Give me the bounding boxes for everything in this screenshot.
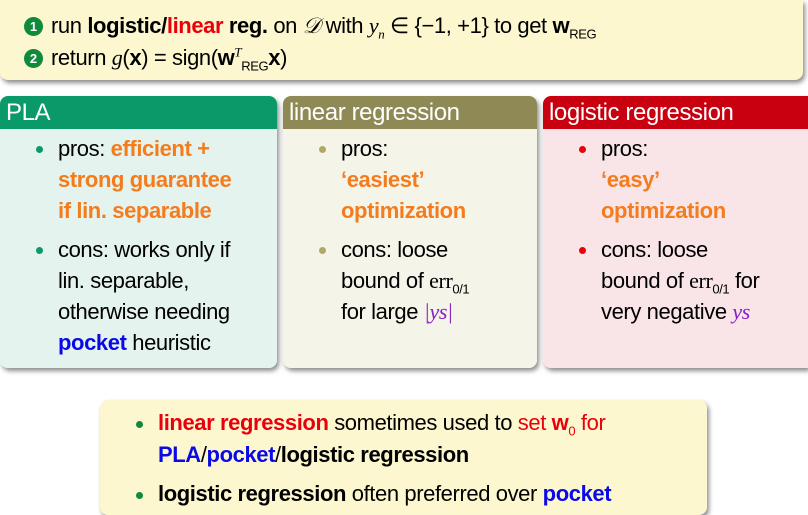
bullet-icon [579, 247, 586, 254]
bullet-icon [36, 146, 43, 153]
column-title: PLA [0, 96, 277, 129]
bullet-icon [136, 421, 143, 428]
cons-item: cons: loose bound of err0/1 for very neg… [579, 234, 760, 327]
pla-column: PLA pros: efficient + strong guarantee i… [0, 96, 277, 368]
pros-item: pros: ‘easiest’ optimization [319, 133, 466, 226]
step-number-badge: 2 [24, 49, 43, 68]
step-2: 2 return g(x) = sign(wTREGx) [24, 45, 287, 72]
bullet-icon [136, 492, 143, 499]
step-1: 1 run logistic/linear reg. on 𝒟 with yn ∈… [24, 13, 597, 40]
cons-item: cons: loose bound of err0/1 for large |y… [319, 234, 470, 327]
bullet-icon [579, 146, 586, 153]
summary-item: linear regression sometimes used to set … [136, 407, 606, 471]
linear-regression-column: linear regression pros: ‘easiest’ optimi… [283, 96, 537, 368]
column-title: logistic regression [543, 96, 808, 129]
pros-item: pros: efficient + strong guarantee if li… [36, 133, 232, 226]
step-number-badge: 1 [24, 17, 43, 36]
algorithm-box: 1 run logistic/linear reg. on 𝒟 with yn ∈… [0, 0, 803, 80]
column-title: linear regression [283, 96, 537, 129]
logistic-regression-column: logistic regression pros: ‘easy’ optimiz… [543, 96, 808, 368]
cons-item: cons: works only if lin. separable, othe… [36, 234, 231, 358]
bullet-icon [319, 247, 326, 254]
bullet-icon [319, 146, 326, 153]
summary-item: logistic regression often preferred over… [136, 478, 612, 510]
bullet-icon [36, 247, 43, 254]
pros-item: pros: ‘easy’ optimization [579, 133, 726, 226]
summary-box: linear regression sometimes used to set … [100, 400, 707, 515]
